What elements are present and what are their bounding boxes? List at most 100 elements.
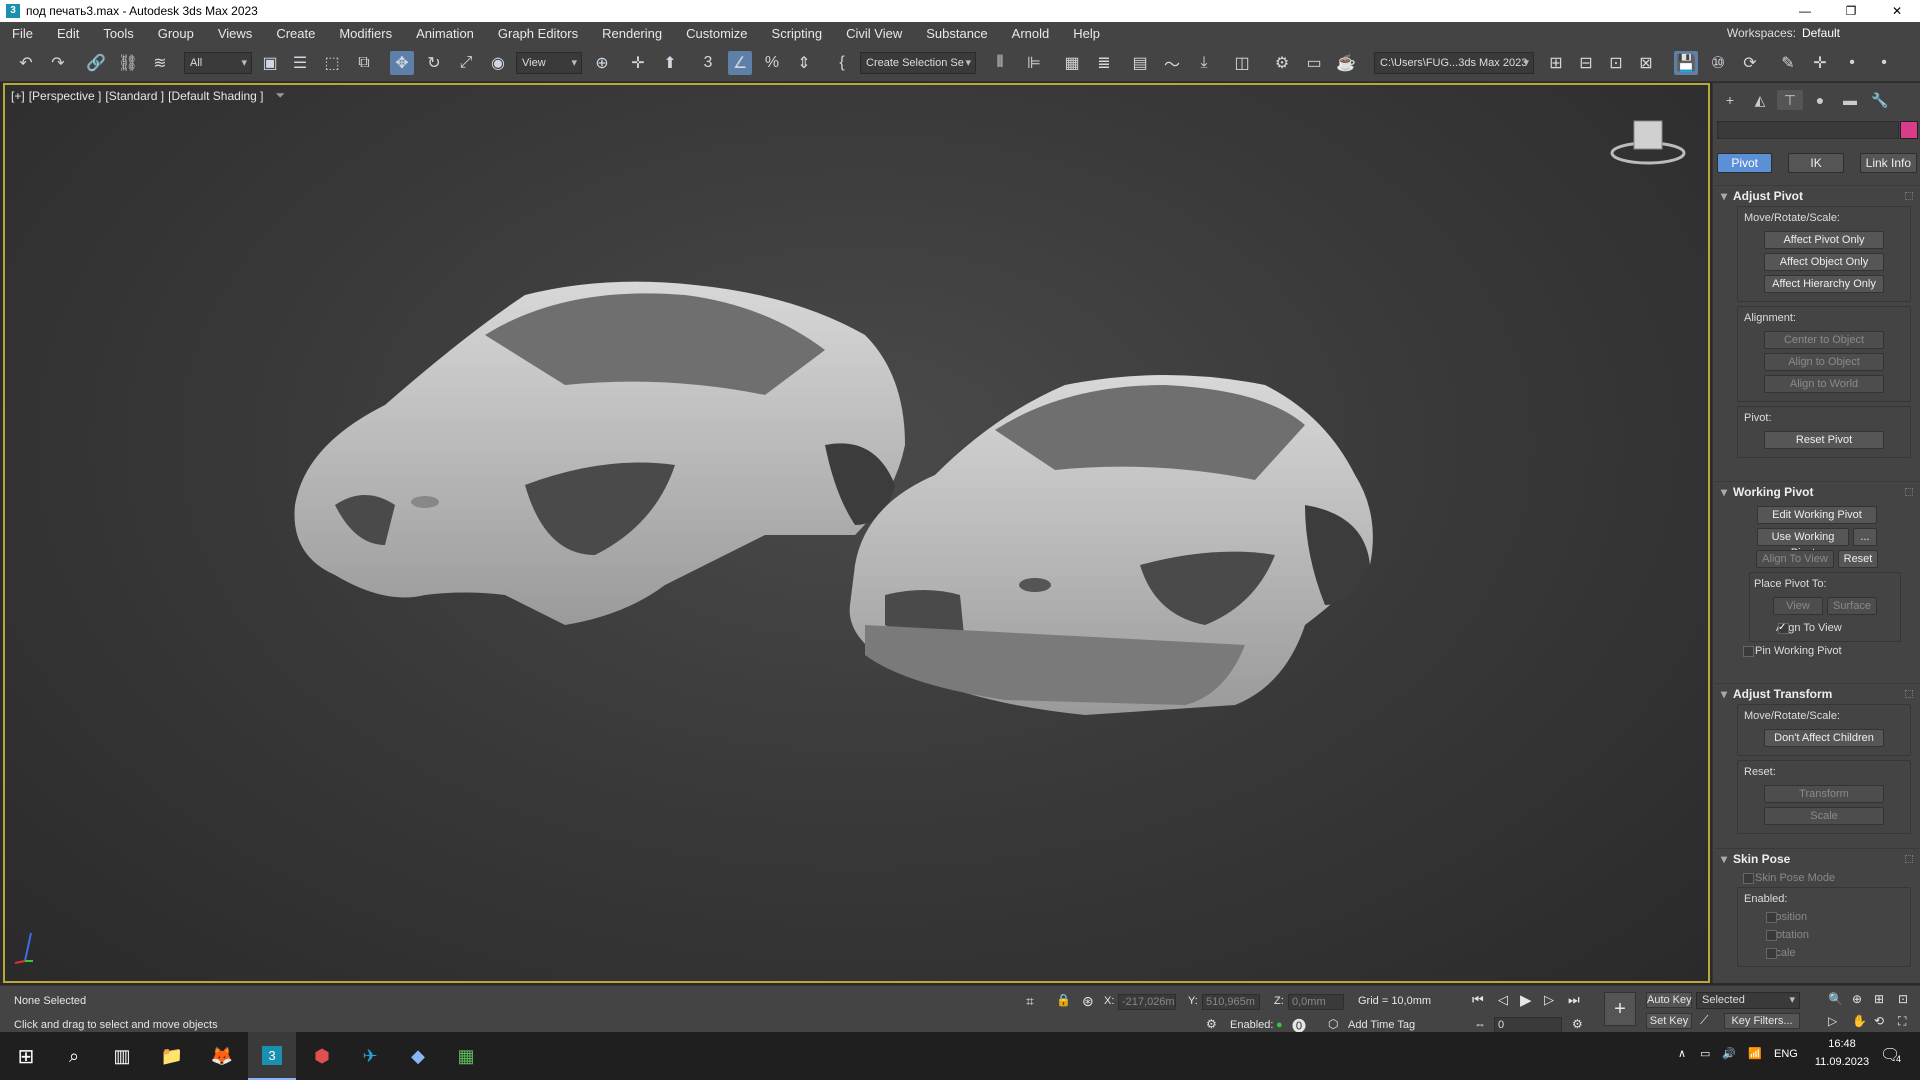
time-tag-icon[interactable]: ⬡ (1328, 1017, 1338, 1031)
menu-modifiers[interactable]: Modifiers (327, 26, 404, 41)
skin-pose-header[interactable]: Skin Pose (1715, 849, 1919, 869)
position-checkbox[interactable]: Position (1738, 908, 1910, 926)
calculator-icon[interactable]: ▦ (442, 1032, 490, 1080)
select-and-scale-icon[interactable]: ⤢ (454, 51, 478, 75)
viewport-pov-label[interactable]: [Perspective ] (29, 89, 102, 103)
save-icon[interactable]: 💾 (1674, 51, 1698, 75)
container-icon-1[interactable]: ⊞ (1544, 51, 1568, 75)
volume-icon[interactable]: 🔊 (1722, 1047, 1736, 1060)
unlink-icon[interactable]: ⛓ (116, 51, 140, 75)
scene-explorer-icon[interactable]: ▦ (1060, 51, 1084, 75)
search-icon[interactable]: ⌕ (50, 1032, 98, 1080)
auto-key-button[interactable]: Auto Key (1646, 992, 1692, 1008)
minimize-button[interactable]: — (1782, 0, 1828, 22)
rendered-frame-window-icon[interactable]: ▭ (1302, 51, 1326, 75)
layer-explorer-icon[interactable]: ≣ (1092, 51, 1116, 75)
firefox-icon[interactable]: 🦊 (198, 1032, 246, 1080)
pin-working-pivot-checkbox[interactable]: Pin Working Pivot (1715, 642, 1919, 660)
link-info-subtab[interactable]: Link Info (1859, 153, 1917, 173)
wifi-icon[interactable]: 📶 (1748, 1047, 1762, 1060)
maximize-viewport-icon[interactable]: ⛶ (1898, 1014, 1906, 1029)
object-name-field[interactable] (1717, 121, 1899, 139)
viewport-shading-label[interactable]: [Default Shading ] (168, 89, 263, 103)
place-view-button[interactable]: View (1773, 597, 1823, 615)
affect-pivot-only-button[interactable]: Affect Pivot Only (1764, 231, 1884, 249)
menu-rendering[interactable]: Rendering (590, 26, 674, 41)
pan-icon[interactable]: ✋ (1852, 1014, 1867, 1028)
play-icon[interactable]: ▶ (1520, 991, 1532, 1009)
align-to-view-button[interactable]: Align To View (1756, 550, 1834, 568)
container-icon-3[interactable]: ⊡ (1604, 51, 1628, 75)
move-gizmo-icon[interactable]: ✛ (1808, 51, 1832, 75)
brush-icon[interactable]: ✎ (1776, 51, 1800, 75)
container-icon-2[interactable]: ⊟ (1574, 51, 1598, 75)
adjust-transform-header[interactable]: Adjust Transform (1715, 684, 1919, 704)
reset-working-pivot-button[interactable]: Reset (1838, 550, 1878, 568)
dont-affect-children-button[interactable]: Don't Affect Children (1764, 729, 1884, 747)
curve-editor-icon[interactable]: 〜 (1160, 51, 1184, 75)
isolate-icon[interactable]: ⌗ (1026, 993, 1034, 1010)
menu-arnold[interactable]: Arnold (1000, 26, 1062, 41)
set-key-button[interactable]: Set Key (1646, 1013, 1692, 1029)
ref-coord-dropdown[interactable]: View (516, 52, 582, 74)
align-icon[interactable]: ⊫ (1022, 51, 1046, 75)
skin-pose-mode-checkbox[interactable]: Skin Pose Mode (1715, 869, 1919, 887)
clock-time[interactable]: 16:48 (1814, 1038, 1870, 1050)
windows-start-icon[interactable]: ⊞ (2, 1032, 50, 1080)
current-frame-field[interactable]: 0 (1494, 1017, 1562, 1033)
named-selection-dropdown[interactable]: Create Selection Se (860, 52, 976, 74)
zoom-extents-icon[interactable]: ⊞ (1874, 992, 1884, 1006)
select-by-name-icon[interactable]: ☰ (288, 51, 312, 75)
tray-chevron-icon[interactable]: ∧ (1678, 1047, 1686, 1060)
goto-end-icon[interactable]: ⏭ (1568, 992, 1580, 1008)
spinner-snap-icon[interactable]: ⇕ (792, 51, 816, 75)
display-tab-icon[interactable]: ▬ (1837, 90, 1863, 110)
adjust-pivot-header[interactable]: Adjust Pivot (1715, 186, 1919, 206)
selection-filter-dropdown[interactable]: All (184, 52, 252, 74)
redo-icon[interactable]: ↷ (46, 51, 70, 75)
modify-tab-icon[interactable]: ◭ (1747, 90, 1773, 110)
object-color-swatch[interactable] (1900, 121, 1918, 139)
motion-tab-icon[interactable]: ● (1807, 90, 1833, 110)
clock-date[interactable]: 11.09.2023 (1814, 1056, 1870, 1068)
menu-scripting[interactable]: Scripting (760, 26, 835, 41)
percent-snap-icon[interactable]: % (760, 51, 784, 75)
container-icon-4[interactable]: ⊠ (1634, 51, 1658, 75)
menu-animation[interactable]: Animation (404, 26, 486, 41)
utilities-tab-icon[interactable]: 🔧 (1867, 90, 1893, 110)
affect-hierarchy-only-button[interactable]: Affect Hierarchy Only (1764, 275, 1884, 293)
goto-start-icon[interactable]: ⏮ (1472, 992, 1484, 1008)
app-icon-blue[interactable]: ◆ (394, 1032, 442, 1080)
restore-button[interactable]: ❐ (1828, 0, 1874, 22)
reset-pivot-button[interactable]: Reset Pivot (1764, 431, 1884, 449)
keyboard-shortcut-override-icon[interactable]: ⬆ (658, 51, 682, 75)
menu-substance[interactable]: Substance (914, 26, 999, 41)
y-coordinate-field[interactable]: 510,965m (1202, 994, 1260, 1010)
material-editor-icon[interactable]: ◫ (1230, 51, 1254, 75)
set-key-big-icon[interactable]: + (1604, 992, 1636, 1026)
working-pivot-options-button[interactable]: ... (1853, 528, 1877, 546)
render-setup-icon[interactable]: ⚙ (1270, 51, 1294, 75)
battery-icon[interactable]: ▭ (1700, 1047, 1710, 1060)
hierarchy-tab-icon[interactable]: ⊤ (1777, 90, 1803, 110)
working-pivot-header[interactable]: Working Pivot (1715, 482, 1919, 502)
viewport-label[interactable]: [+] [Perspective ] [Standard ] [Default … (11, 88, 285, 103)
center-to-object-button[interactable]: Center to Object (1764, 331, 1884, 349)
menu-create[interactable]: Create (264, 26, 327, 41)
next-frame-icon[interactable]: ▷ (1544, 992, 1554, 1008)
align-to-view-checkbox[interactable]: Align To View (1750, 619, 1900, 637)
menu-tools[interactable]: Tools (91, 26, 145, 41)
key-mode-icon[interactable]: ⇔ (1474, 1017, 1486, 1031)
menu-views[interactable]: Views (206, 26, 264, 41)
viewport-standard-label[interactable]: [Standard ] (105, 89, 164, 103)
ik-subtab[interactable]: IK (1788, 153, 1844, 173)
fov-icon[interactable]: ▷ (1828, 1014, 1837, 1028)
rotation-checkbox[interactable]: Rotation (1738, 926, 1910, 944)
app-icon-red[interactable]: ⬢ (298, 1032, 346, 1080)
selected-dropdown[interactable]: Selected (1696, 992, 1800, 1009)
link-icon[interactable]: 🔗 (84, 51, 108, 75)
select-and-rotate-icon[interactable]: ↻ (422, 51, 446, 75)
rect-selection-icon[interactable]: ⬚ (320, 51, 344, 75)
menu-graph-editors[interactable]: Graph Editors (486, 26, 590, 41)
window-crossing-icon[interactable]: ⧉ (352, 51, 376, 75)
